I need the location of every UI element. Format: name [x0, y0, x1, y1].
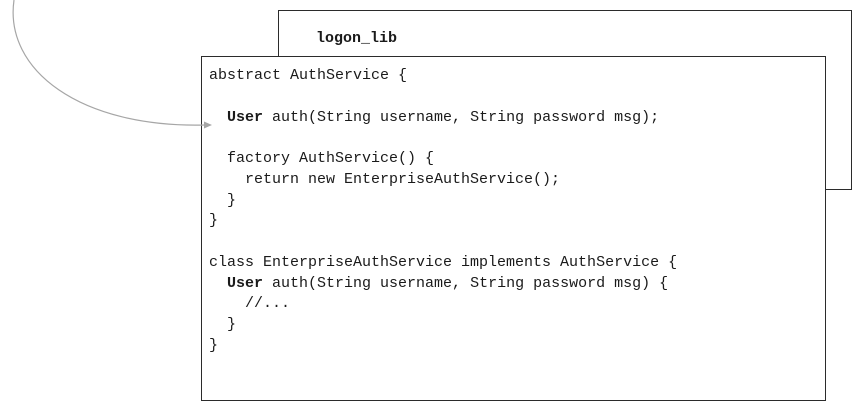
code-line: } — [209, 315, 677, 336]
code-line: return new EnterpriseAuthService(); — [209, 170, 677, 191]
code-text: return new EnterpriseAuthService(); — [209, 170, 561, 188]
code-text: } — [209, 336, 219, 354]
return-type-keyword: User — [227, 108, 264, 126]
code-text: } — [209, 212, 219, 230]
code-text: class EnterpriseAuthService implements A… — [209, 253, 678, 271]
code-line: abstract AuthService { — [209, 66, 677, 87]
code-text: abstract AuthService { — [209, 67, 408, 84]
code-text: auth(String username, String password ms… — [263, 274, 669, 292]
code-text: auth(String username, String password ms… — [263, 108, 660, 126]
code-listing: abstract AuthService { User auth(String … — [209, 66, 677, 357]
code-line: factory AuthService() { — [209, 149, 677, 170]
code-text: } — [209, 316, 237, 333]
code-text: factory AuthService() { — [209, 150, 435, 167]
code-text: //... — [209, 295, 291, 313]
code-line: } — [209, 211, 677, 232]
code-line: User auth(String username, String passwo… — [209, 108, 677, 129]
code-line: User auth(String username, String passwo… — [209, 274, 677, 295]
library-name-label: logon_lib — [316, 30, 398, 47]
return-type-keyword: User — [227, 274, 264, 292]
code-text: } — [209, 191, 237, 209]
code-panel: abstract AuthService { User auth(String … — [201, 56, 826, 401]
code-line: } — [209, 191, 677, 212]
reference-arrow-curve — [12, 0, 206, 126]
code-line: class EnterpriseAuthService implements A… — [209, 253, 677, 274]
code-line: } — [209, 336, 677, 357]
code-line: //... — [209, 294, 677, 315]
